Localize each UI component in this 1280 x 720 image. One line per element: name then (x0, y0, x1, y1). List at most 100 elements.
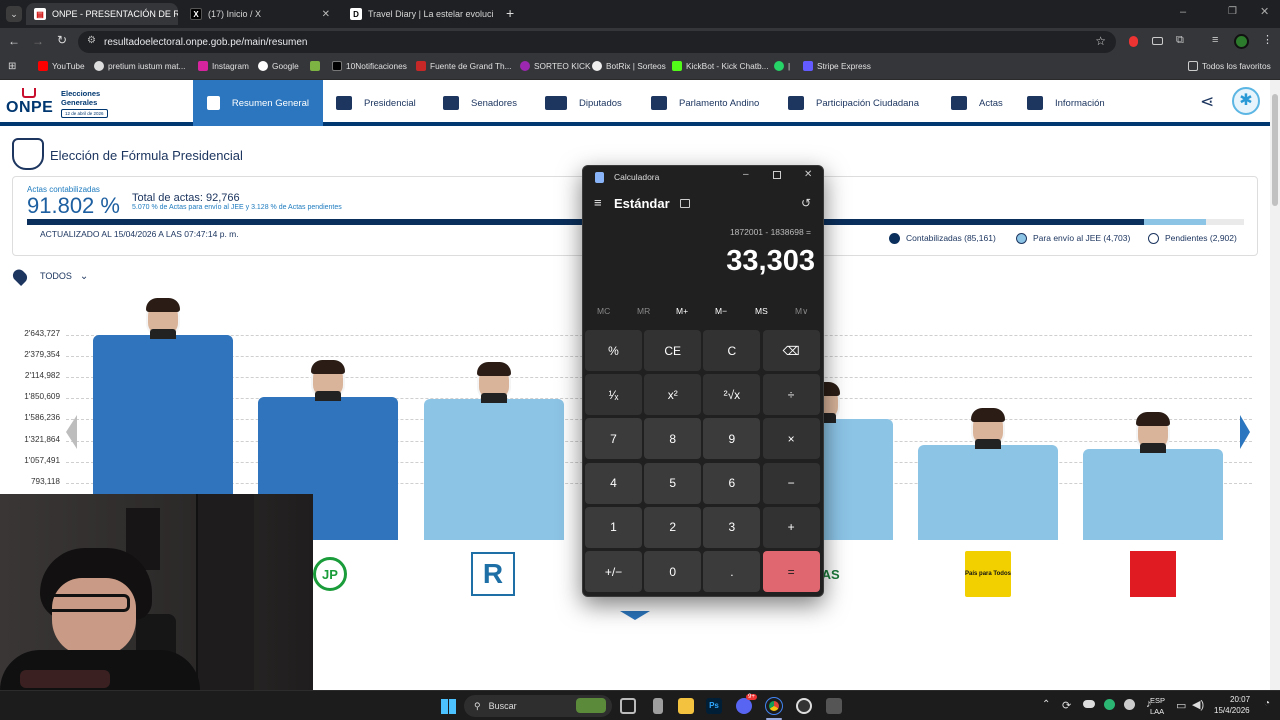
file-explorer-icon[interactable] (678, 698, 694, 714)
bookmark-stripe[interactable]: Stripe Express (803, 61, 871, 71)
bookmark-sorteo-kick[interactable]: SORTEO KICK (520, 61, 591, 71)
back-icon[interactable]: ← (8, 34, 20, 48)
clock-date[interactable]: 15/4/2026 (1214, 706, 1250, 715)
tab-x[interactable]: X (17) Inicio / X ✕ (182, 3, 338, 25)
profile-avatar-icon[interactable] (1234, 34, 1249, 49)
calc-key[interactable]: − (762, 462, 820, 504)
notification-bell-icon[interactable]: ◔ (1264, 698, 1270, 709)
calc-key[interactable]: 8 (644, 418, 702, 460)
bookmark-botrix[interactable]: BotRix | Sorteos (592, 61, 666, 71)
calc-key[interactable]: 2 (644, 506, 702, 548)
calc-close-icon[interactable]: ✕ (804, 169, 812, 180)
candidate-bar[interactable] (918, 444, 1058, 540)
memory-recall-button[interactable]: MR (637, 306, 650, 316)
photoshop-icon[interactable]: Ps (706, 698, 722, 714)
apps-grid-icon[interactable]: ⊞ (8, 61, 16, 72)
share-icon[interactable]: ⋖ (1200, 92, 1214, 112)
bookmark-pretium[interactable]: pretium iustum mat... (94, 61, 185, 71)
discord-icon[interactable] (736, 698, 752, 714)
windows-start-icon[interactable] (441, 699, 456, 714)
calc-key[interactable]: = (762, 551, 820, 592)
calc-key[interactable]: ¹⁄ₓ (585, 374, 642, 416)
extension-red-icon[interactable] (1129, 36, 1138, 47)
all-bookmarks-folder[interactable]: Todos los favoritos (1188, 61, 1271, 71)
calc-key[interactable]: x² (644, 374, 702, 416)
calc-key[interactable]: × (762, 418, 820, 460)
bookmark-instagram[interactable]: Instagram (198, 61, 249, 71)
bookmark-google[interactable]: Google (258, 61, 299, 71)
calc-key[interactable]: +/− (585, 551, 642, 592)
nav-informacion[interactable]: Información (1027, 80, 1105, 126)
r-logo-icon[interactable]: R (471, 552, 515, 596)
calc-key[interactable]: CE (644, 330, 702, 371)
tray-lang-2[interactable]: LAA (1150, 707, 1164, 716)
nav-participacion-ciudadana[interactable]: Participación Ciudadana (788, 80, 919, 126)
calc-key[interactable]: 0 (644, 551, 702, 592)
nav-actas[interactable]: Actas (951, 80, 1003, 126)
menu-dots-icon[interactable]: ⋮ (1262, 33, 1273, 46)
site-info-icon[interactable]: ⚙ (87, 35, 96, 46)
close-window-icon[interactable]: ✕ (1260, 5, 1269, 18)
usb-drive-icon[interactable] (653, 698, 663, 714)
pais-para-todos-logo-icon[interactable]: País para Todos (965, 551, 1011, 597)
calc-key[interactable]: . (703, 551, 761, 592)
close-tab-icon[interactable]: ✕ (494, 9, 498, 20)
tab-onpe[interactable]: ▤ ONPE - PRESENTACIÓN DE RES ✕ (26, 3, 178, 25)
page-scrollbar[interactable] (1270, 80, 1280, 690)
calc-key[interactable]: ⌫ (762, 330, 820, 371)
onpe-logo[interactable]: ONPE Elecciones Generales 12 de abril de… (6, 88, 116, 120)
history-icon[interactable]: ↺ (801, 196, 811, 210)
bookmark-kickbot[interactable]: KickBot - Kick Chatb... (672, 61, 769, 71)
tray-edge-icon[interactable] (1104, 699, 1115, 710)
calc-key[interactable]: 7 (585, 418, 642, 460)
extension-card-icon[interactable] (1152, 37, 1163, 45)
keep-on-top-icon[interactable] (680, 199, 690, 208)
tray-chrome-icon[interactable] (1124, 699, 1135, 710)
memory-add-button[interactable]: M+ (676, 306, 688, 316)
red-helmet-logo-icon[interactable] (1130, 551, 1176, 597)
reading-list-icon[interactable]: ≡ (1212, 34, 1218, 46)
accessibility-icon[interactable]: ✱ (1232, 87, 1260, 115)
calc-key[interactable]: 4 (585, 462, 642, 504)
calc-key[interactable]: 3 (703, 506, 761, 548)
nav-resumen-general[interactable]: Resumen General (193, 80, 323, 126)
nav-senadores[interactable]: Senadores (443, 80, 517, 126)
calc-minimize-icon[interactable]: – (743, 169, 749, 180)
hamburger-menu-icon[interactable]: ≡ (594, 195, 602, 210)
tab-travel-diary[interactable]: D Travel Diary | La estelar evoluci ✕ (342, 3, 498, 25)
candidate-bar[interactable] (424, 399, 564, 540)
network-icon[interactable]: ▭ (1176, 699, 1186, 712)
memory-list-button[interactable]: M∨ (795, 306, 808, 317)
candidate-bar[interactable] (1083, 448, 1223, 540)
tab-search-button[interactable]: ⌄ (6, 6, 22, 22)
nav-presidencial[interactable]: Presidencial (336, 80, 416, 126)
region-filter[interactable]: TODOS ⌄ (10, 266, 88, 286)
jp-logo-icon[interactable]: JP (313, 557, 347, 591)
chrome-icon[interactable] (765, 697, 783, 715)
minimize-window-icon[interactable]: – (1180, 6, 1186, 18)
obs-icon[interactable] (796, 698, 812, 714)
scrollbar-thumb[interactable] (1272, 94, 1278, 206)
bookmark-fuente-gta[interactable]: Fuente de Grand Th... (416, 61, 511, 71)
task-view-icon[interactable] (620, 698, 636, 714)
calc-key[interactable]: % (585, 330, 642, 371)
taskbar-search-box[interactable]: ⚲ Buscar (464, 695, 612, 717)
bookmark-colorful[interactable] (310, 61, 324, 71)
memory-store-button[interactable]: MS (755, 306, 768, 316)
memory-clear-button[interactable]: MC (597, 306, 610, 316)
calc-maximize-icon[interactable] (773, 171, 781, 179)
memory-subtract-button[interactable]: M− (715, 306, 727, 316)
calc-key[interactable]: ÷ (762, 374, 820, 416)
tray-cloud-icon[interactable] (1083, 700, 1095, 708)
bookmark-10notificaciones[interactable]: 10Notificaciones (332, 61, 407, 71)
bookmark-youtube[interactable]: YouTube (38, 61, 85, 71)
tray-sync-icon[interactable]: ⟳ (1062, 699, 1071, 712)
reload-icon[interactable]: ↻ (57, 33, 67, 47)
calculator-taskbar-icon[interactable] (826, 698, 842, 714)
calc-key[interactable]: 1 (585, 506, 642, 548)
calc-key[interactable]: 6 (703, 462, 761, 504)
nav-diputados[interactable]: Diputados (545, 80, 622, 126)
close-tab-icon[interactable]: ✕ (316, 9, 330, 20)
bookmark-whatsapp[interactable]: | (774, 61, 790, 71)
nav-parlamento-andino[interactable]: Parlamento Andino (651, 80, 759, 126)
